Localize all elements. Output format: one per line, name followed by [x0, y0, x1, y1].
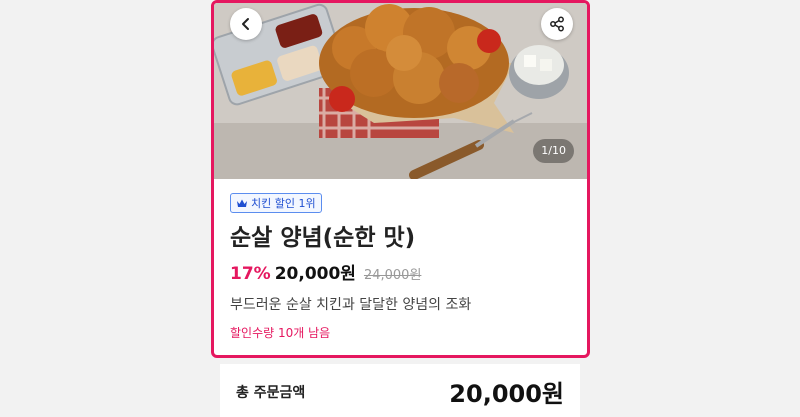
share-button[interactable]: [541, 8, 573, 40]
product-card: 1/10 치킨 할인 1위 순살 양념(순한 맛) 17% 20,000원 24…: [211, 0, 590, 358]
discount-rate: 17%: [230, 264, 271, 284]
chevron-left-icon: [242, 18, 249, 30]
product-description: 부드러운 순살 치킨과 달달한 양념의 조화: [230, 297, 472, 313]
crown-icon: [237, 199, 247, 207]
original-price: 24,000원: [363, 268, 422, 283]
share-icon: [550, 16, 564, 32]
ranking-badge: 치킨 할인 1위: [230, 193, 322, 213]
total-value: 20,000원: [449, 380, 564, 408]
badge-label: 치킨 할인 1위: [251, 197, 316, 210]
product-info: 치킨 할인 1위 순살 양념(순한 맛) 17% 20,000원 24,000원…: [230, 193, 571, 341]
image-counter: 1/10: [533, 139, 574, 163]
fried-chicken-photo: [214, 3, 587, 179]
remaining-quantity: 할인수량 10개 남음: [230, 326, 331, 340]
product-title: 순살 양념(순한 맛): [230, 225, 416, 251]
total-label: 총 주문금액: [236, 385, 306, 401]
back-button[interactable]: [230, 8, 262, 40]
product-image[interactable]: 1/10: [214, 3, 587, 179]
price-row: 17% 20,000원 24,000원: [230, 259, 571, 284]
sale-price: 20,000원: [274, 264, 356, 284]
order-total-bar: 총 주문금액 20,000원: [220, 364, 580, 417]
